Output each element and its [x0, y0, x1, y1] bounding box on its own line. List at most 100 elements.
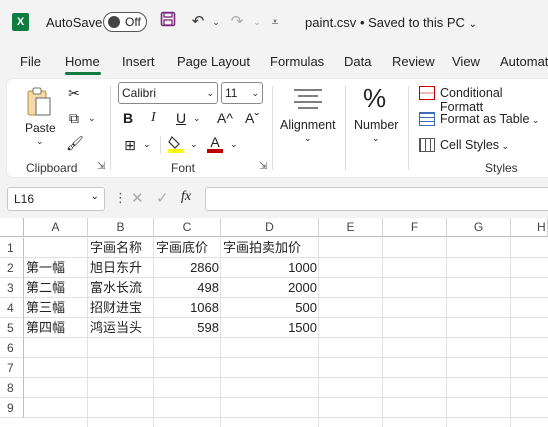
fill-color-dropdown-icon[interactable]: ⌄ — [190, 139, 198, 150]
row-header[interactable]: 6 — [0, 338, 24, 358]
cell-b1[interactable]: 字画名称 — [88, 238, 154, 258]
cell-a5[interactable]: 第四幅 — [24, 318, 88, 338]
font-color-icon[interactable]: A — [206, 134, 224, 154]
cell-styles-icon[interactable] — [419, 138, 435, 152]
percent-icon[interactable]: % — [363, 83, 386, 114]
row-header[interactable]: 8 — [0, 378, 24, 398]
row-header[interactable]: 4 — [0, 298, 24, 318]
undo-icon[interactable]: ↶ — [188, 11, 208, 33]
font-size-select[interactable]: 11 ⌄ — [221, 82, 263, 104]
gridline-v — [510, 238, 511, 427]
cancel-icon[interactable]: ✕ — [131, 189, 144, 207]
cell-c1[interactable]: 字画底价 — [154, 238, 221, 258]
cell-d2[interactable]: 1000 — [221, 258, 319, 278]
clipboard-launcher-icon[interactable]: ⇲ — [97, 161, 105, 172]
format-as-table-button[interactable]: Format as Table ⌄ — [440, 112, 539, 126]
cell-a4[interactable]: 第三幅 — [24, 298, 88, 318]
tab-insert[interactable]: Insert — [122, 54, 155, 69]
column-header-a[interactable]: A — [24, 218, 88, 237]
clipboard-group-label: Clipboard — [26, 161, 78, 175]
tab-automate[interactable]: Automat — [500, 54, 548, 69]
autosave-toggle[interactable]: Off — [103, 12, 147, 32]
paste-button[interactable]: Paste — [25, 121, 56, 135]
formula-input[interactable] — [205, 187, 548, 211]
alignment-dropdown-icon[interactable]: ⌄ — [304, 133, 312, 144]
cell-d3[interactable]: 2000 — [221, 278, 319, 298]
alignment-icon[interactable] — [290, 86, 326, 112]
row-header[interactable]: 2 — [0, 258, 24, 278]
tab-review[interactable]: Review — [392, 54, 435, 69]
row-header[interactable]: 7 — [0, 358, 24, 378]
customize-toolbar-icon[interactable]: ⩡ — [265, 11, 285, 33]
cell-a2[interactable]: 第一幅 — [24, 258, 88, 278]
cell-b2[interactable]: 旭日东升 — [88, 258, 154, 278]
bold-button[interactable]: B — [123, 110, 133, 126]
row-header[interactable]: 3 — [0, 278, 24, 298]
redo-dropdown-icon[interactable]: ⌄ — [247, 11, 267, 33]
cell-d1[interactable]: 字画拍卖加价 — [221, 238, 319, 258]
column-header-d[interactable]: D — [221, 218, 319, 237]
number-dropdown-icon[interactable]: ⌄ — [372, 133, 380, 144]
cell-b5[interactable]: 鸿运当头 — [88, 318, 154, 338]
row-header[interactable]: 1 — [0, 238, 24, 258]
tab-formulas[interactable]: Formulas — [270, 54, 324, 69]
cell-c3[interactable]: 498 — [154, 278, 221, 298]
decrease-font-size-button[interactable]: Aˇ — [245, 110, 259, 126]
select-all-corner[interactable] — [0, 218, 24, 237]
enter-icon[interactable]: ✓ — [156, 189, 169, 207]
tab-data[interactable]: Data — [344, 54, 371, 69]
cell-c2[interactable]: 2860 — [154, 258, 221, 278]
cell-a3[interactable]: 第二幅 — [24, 278, 88, 298]
redo-icon[interactable]: ↷ — [227, 11, 247, 33]
increase-font-size-button[interactable]: A^ — [217, 110, 233, 126]
cell-styles-button[interactable]: Cell Styles ⌄ — [440, 138, 509, 152]
row-header[interactable]: 9 — [0, 398, 24, 418]
format-as-table-icon[interactable] — [419, 112, 435, 126]
tab-view[interactable]: View — [452, 54, 480, 69]
alignment-button[interactable]: Alignment — [280, 118, 336, 132]
save-icon[interactable] — [158, 11, 178, 33]
cell-b3[interactable]: 富水长流 — [88, 278, 154, 298]
copy-dropdown-icon[interactable]: ⌄ — [88, 113, 96, 124]
cut-icon[interactable]: ✂ — [66, 85, 82, 102]
format-painter-icon[interactable]: 🖌 — [66, 135, 84, 152]
cell-b4[interactable]: 招财进宝 — [88, 298, 154, 318]
font-launcher-icon[interactable]: ⇲ — [259, 161, 267, 172]
underline-button[interactable]: U — [176, 110, 186, 126]
column-header-b[interactable]: B — [88, 218, 154, 237]
column-header-e[interactable]: E — [319, 218, 383, 237]
file-name[interactable]: paint.csv • Saved to this PC ⌄ — [305, 15, 477, 30]
fill-color-icon[interactable] — [166, 134, 186, 154]
undo-dropdown-icon[interactable]: ⌄ — [206, 11, 226, 33]
paste-icon[interactable] — [24, 86, 54, 118]
copy-icon[interactable]: ⧉ — [66, 110, 82, 127]
borders-icon[interactable]: ⊞ — [121, 137, 139, 154]
borders-dropdown-icon[interactable]: ⌄ — [143, 139, 151, 150]
column-header-c[interactable]: C — [154, 218, 221, 237]
italic-button[interactable]: I — [151, 110, 156, 126]
tab-home[interactable]: Home — [65, 54, 100, 69]
cell-c4[interactable]: 1068 — [154, 298, 221, 318]
font-name-select[interactable]: Calibri ⌄ — [118, 82, 218, 104]
font-color-dropdown-icon[interactable]: ⌄ — [230, 139, 238, 150]
conditional-formatting-icon[interactable] — [419, 86, 435, 100]
more-options-icon[interactable]: ⋮ — [114, 190, 127, 206]
format-as-table-label: Format as Table — [440, 112, 530, 126]
cell-d4[interactable]: 500 — [221, 298, 319, 318]
paste-dropdown-icon[interactable]: ⌄ — [36, 136, 44, 147]
row-header[interactable]: 5 — [0, 318, 24, 338]
excel-logo-icon: X — [12, 13, 29, 31]
tab-page-layout[interactable]: Page Layout — [177, 54, 250, 69]
tab-file[interactable]: File — [20, 54, 41, 69]
column-header-g[interactable]: G — [447, 218, 511, 237]
conditional-formatting-button[interactable]: Conditional Formatt — [440, 86, 548, 114]
cell-d5[interactable]: 1500 — [221, 318, 319, 338]
cell-c5[interactable]: 598 — [154, 318, 221, 338]
name-box[interactable]: L16 ⌄ — [7, 187, 105, 211]
column-header-f[interactable]: F — [383, 218, 447, 237]
underline-dropdown-icon[interactable]: ⌄ — [193, 113, 201, 124]
column-header-h[interactable]: H — [511, 218, 548, 237]
number-button[interactable]: Number — [354, 118, 398, 132]
insert-function-button[interactable]: fx — [181, 189, 191, 205]
separator-dot: • — [359, 15, 369, 30]
